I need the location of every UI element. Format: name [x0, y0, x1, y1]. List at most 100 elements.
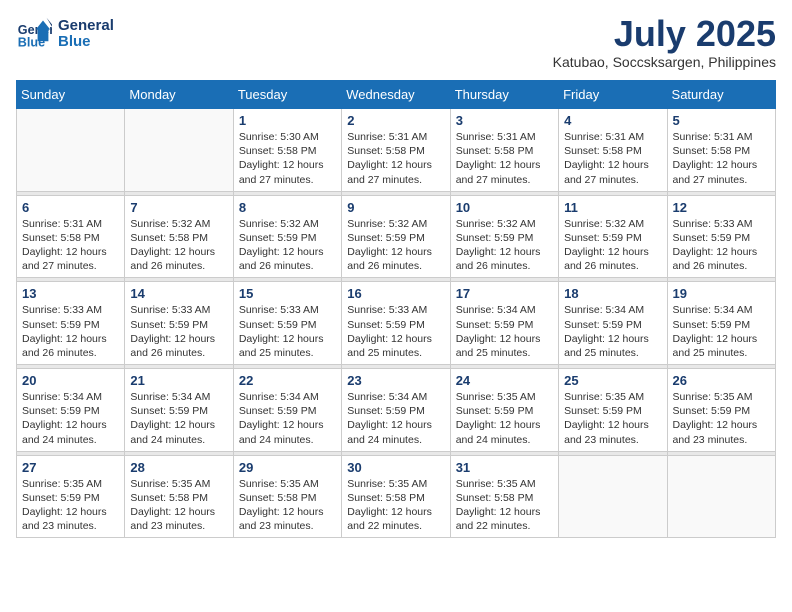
calendar-cell: 25Sunrise: 5:35 AMSunset: 5:59 PMDayligh…	[559, 369, 667, 452]
day-info: Sunrise: 5:35 AMSunset: 5:58 PMDaylight:…	[239, 477, 336, 534]
day-number: 25	[564, 373, 661, 388]
calendar-cell: 11Sunrise: 5:32 AMSunset: 5:59 PMDayligh…	[559, 195, 667, 278]
week-row: 27 Sunrise: 5:35 AMSunset: 5:59 PMDayligh…	[17, 455, 776, 538]
calendar-cell: 15 Sunrise: 5:33 AMSunset: 5:59 PMDayligh…	[233, 282, 341, 365]
week-row: 13 Sunrise: 5:33 AMSunset: 5:59 PMDayligh…	[17, 282, 776, 365]
calendar-cell	[17, 109, 125, 192]
calendar-cell: 20 Sunrise: 5:34 AMSunset: 5:59 PMDayligh…	[17, 369, 125, 452]
day-number: 31	[456, 460, 553, 475]
calendar-cell: 12Sunrise: 5:33 AMSunset: 5:59 PMDayligh…	[667, 195, 775, 278]
calendar-cell: 14 Sunrise: 5:33 AMSunset: 5:59 PMDayligh…	[125, 282, 233, 365]
day-info: Sunrise: 5:32 AMSunset: 5:59 PMDaylight:…	[239, 217, 336, 274]
day-number: 1	[239, 113, 336, 128]
day-info: Sunrise: 5:31 AMSunset: 5:58 PMDaylight:…	[22, 217, 119, 274]
day-number: 20	[22, 373, 119, 388]
day-number: 10	[456, 200, 553, 215]
calendar-cell: 19 Sunrise: 5:34 AMSunset: 5:59 PMDayligh…	[667, 282, 775, 365]
day-number: 3	[456, 113, 553, 128]
day-info: Sunrise: 5:32 AMSunset: 5:59 PMDaylight:…	[347, 217, 444, 274]
day-number: 4	[564, 113, 661, 128]
weekday-header: Wednesday	[342, 81, 450, 109]
day-number: 16	[347, 286, 444, 301]
day-info: Sunrise: 5:34 AMSunset: 5:59 PMDaylight:…	[456, 303, 553, 360]
logo: General Blue General Blue	[16, 16, 114, 52]
calendar-cell: 29Sunrise: 5:35 AMSunset: 5:58 PMDayligh…	[233, 455, 341, 538]
day-number: 5	[673, 113, 770, 128]
calendar-cell: 18 Sunrise: 5:34 AMSunset: 5:59 PMDayligh…	[559, 282, 667, 365]
day-info: Sunrise: 5:35 AMSunset: 5:59 PMDaylight:…	[673, 390, 770, 447]
weekday-header: Tuesday	[233, 81, 341, 109]
day-number: 19	[673, 286, 770, 301]
day-info: Sunrise: 5:34 AMSunset: 5:59 PMDaylight:…	[22, 390, 119, 447]
weekday-header: Thursday	[450, 81, 558, 109]
calendar-cell: 6 Sunrise: 5:31 AMSunset: 5:58 PMDaylight…	[17, 195, 125, 278]
day-number: 27	[22, 460, 119, 475]
weekday-header: Sunday	[17, 81, 125, 109]
calendar-cell: 5 Sunrise: 5:31 AMSunset: 5:58 PMDaylight…	[667, 109, 775, 192]
week-row: 6 Sunrise: 5:31 AMSunset: 5:58 PMDaylight…	[17, 195, 776, 278]
calendar-table: SundayMondayTuesdayWednesdayThursdayFrid…	[16, 80, 776, 538]
day-info: Sunrise: 5:32 AMSunset: 5:58 PMDaylight:…	[130, 217, 227, 274]
logo-icon: General Blue	[16, 16, 52, 52]
day-info: Sunrise: 5:33 AMSunset: 5:59 PMDaylight:…	[22, 303, 119, 360]
calendar-cell: 22Sunrise: 5:34 AMSunset: 5:59 PMDayligh…	[233, 369, 341, 452]
day-number: 9	[347, 200, 444, 215]
weekday-header: Saturday	[667, 81, 775, 109]
day-number: 17	[456, 286, 553, 301]
day-info: Sunrise: 5:35 AMSunset: 5:58 PMDaylight:…	[347, 477, 444, 534]
calendar-cell: 27 Sunrise: 5:35 AMSunset: 5:59 PMDayligh…	[17, 455, 125, 538]
weekday-header: Friday	[559, 81, 667, 109]
day-info: Sunrise: 5:31 AMSunset: 5:58 PMDaylight:…	[456, 130, 553, 187]
day-number: 7	[130, 200, 227, 215]
day-info: Sunrise: 5:32 AMSunset: 5:59 PMDaylight:…	[564, 217, 661, 274]
weekday-header: Monday	[125, 81, 233, 109]
day-info: Sunrise: 5:33 AMSunset: 5:59 PMDaylight:…	[239, 303, 336, 360]
day-info: Sunrise: 5:33 AMSunset: 5:59 PMDaylight:…	[130, 303, 227, 360]
day-number: 14	[130, 286, 227, 301]
calendar-cell: 17 Sunrise: 5:34 AMSunset: 5:59 PMDayligh…	[450, 282, 558, 365]
calendar-cell: 10Sunrise: 5:32 AMSunset: 5:59 PMDayligh…	[450, 195, 558, 278]
day-number: 22	[239, 373, 336, 388]
calendar-cell: 26Sunrise: 5:35 AMSunset: 5:59 PMDayligh…	[667, 369, 775, 452]
day-info: Sunrise: 5:35 AMSunset: 5:58 PMDaylight:…	[130, 477, 227, 534]
calendar-cell: 30 Sunrise: 5:35 AMSunset: 5:58 PMDayligh…	[342, 455, 450, 538]
calendar-cell: 4 Sunrise: 5:31 AMSunset: 5:58 PMDaylight…	[559, 109, 667, 192]
day-info: Sunrise: 5:34 AMSunset: 5:59 PMDaylight:…	[347, 390, 444, 447]
calendar-cell: 31 Sunrise: 5:35 AMSunset: 5:58 PMDayligh…	[450, 455, 558, 538]
page-header: General Blue General Blue July 2025 Katu…	[16, 16, 776, 70]
day-info: Sunrise: 5:35 AMSunset: 5:58 PMDaylight:…	[456, 477, 553, 534]
calendar-cell: 3 Sunrise: 5:31 AMSunset: 5:58 PMDaylight…	[450, 109, 558, 192]
calendar-cell	[559, 455, 667, 538]
calendar-cell: 13 Sunrise: 5:33 AMSunset: 5:59 PMDayligh…	[17, 282, 125, 365]
title-area: July 2025 Katubao, Soccsksargen, Philipp…	[553, 16, 776, 70]
week-row: 20 Sunrise: 5:34 AMSunset: 5:59 PMDayligh…	[17, 369, 776, 452]
day-info: Sunrise: 5:35 AMSunset: 5:59 PMDaylight:…	[22, 477, 119, 534]
weekday-header-row: SundayMondayTuesdayWednesdayThursdayFrid…	[17, 81, 776, 109]
logo-text-line1: General	[58, 18, 114, 35]
calendar-cell: 8 Sunrise: 5:32 AMSunset: 5:59 PMDaylight…	[233, 195, 341, 278]
day-number: 12	[673, 200, 770, 215]
logo-text-line2: Blue	[58, 34, 114, 51]
day-info: Sunrise: 5:31 AMSunset: 5:58 PMDaylight:…	[673, 130, 770, 187]
calendar-cell: 28Sunrise: 5:35 AMSunset: 5:58 PMDayligh…	[125, 455, 233, 538]
day-info: Sunrise: 5:30 AMSunset: 5:58 PMDaylight:…	[239, 130, 336, 187]
day-number: 15	[239, 286, 336, 301]
week-row: 1 Sunrise: 5:30 AMSunset: 5:58 PMDaylight…	[17, 109, 776, 192]
month-title: July 2025	[553, 16, 776, 52]
day-number: 6	[22, 200, 119, 215]
calendar-cell	[125, 109, 233, 192]
calendar-cell: 9 Sunrise: 5:32 AMSunset: 5:59 PMDaylight…	[342, 195, 450, 278]
day-number: 18	[564, 286, 661, 301]
day-number: 13	[22, 286, 119, 301]
day-info: Sunrise: 5:31 AMSunset: 5:58 PMDaylight:…	[347, 130, 444, 187]
day-number: 30	[347, 460, 444, 475]
day-number: 8	[239, 200, 336, 215]
day-info: Sunrise: 5:33 AMSunset: 5:59 PMDaylight:…	[347, 303, 444, 360]
calendar-cell: 21Sunrise: 5:34 AMSunset: 5:59 PMDayligh…	[125, 369, 233, 452]
day-info: Sunrise: 5:35 AMSunset: 5:59 PMDaylight:…	[456, 390, 553, 447]
calendar-cell: 2Sunrise: 5:31 AMSunset: 5:58 PMDaylight…	[342, 109, 450, 192]
day-info: Sunrise: 5:34 AMSunset: 5:59 PMDaylight:…	[564, 303, 661, 360]
day-info: Sunrise: 5:34 AMSunset: 5:59 PMDaylight:…	[673, 303, 770, 360]
day-info: Sunrise: 5:31 AMSunset: 5:58 PMDaylight:…	[564, 130, 661, 187]
day-number: 24	[456, 373, 553, 388]
